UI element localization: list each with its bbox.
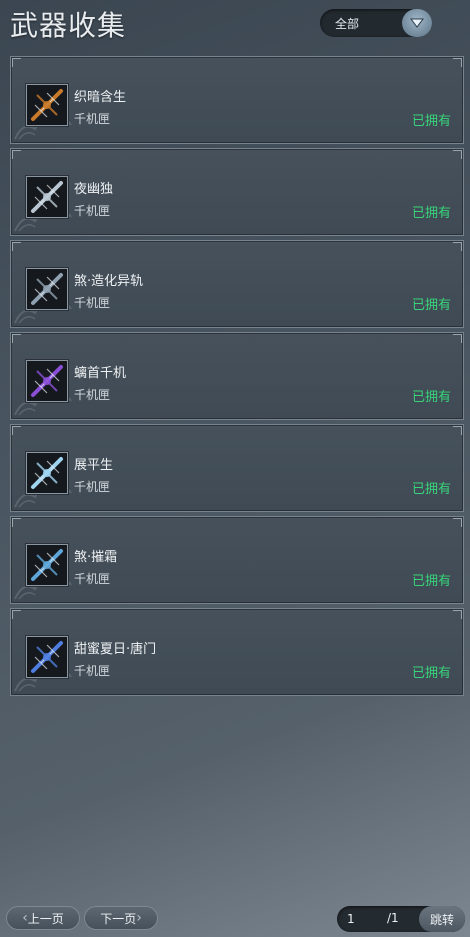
next-page-label: 下一页 [100, 911, 137, 926]
weapon-card[interactable]: 甜蜜夏日·唐门 千机匣 已拥有 [10, 608, 464, 696]
crossbow-dark-icon [26, 268, 68, 310]
weapon-card[interactable]: 煞·造化异轨 千机匣 已拥有 [10, 240, 464, 328]
owned-status: 已拥有 [411, 574, 451, 589]
owned-status: 已拥有 [411, 206, 451, 221]
weapon-name: 展平生 [74, 458, 114, 473]
owned-status: 已拥有 [411, 482, 451, 497]
crossbow-blue-icon [26, 636, 68, 678]
weapon-type: 千机匣 [74, 572, 111, 586]
weapon-type: 千机匣 [74, 664, 111, 678]
chevron-right-icon: › [136, 910, 142, 926]
filter-selected-label: 全部 [335, 17, 360, 31]
weapon-type: 千机匣 [74, 388, 111, 402]
weapon-type: 千机匣 [74, 204, 111, 218]
page-number-input[interactable] [343, 909, 383, 929]
weapon-type: 千机匣 [74, 480, 111, 494]
weapon-card[interactable]: 展平生 千机匣 已拥有 [10, 424, 464, 512]
jump-button[interactable]: 跳转 [419, 906, 465, 932]
crossbow-purple-icon [26, 360, 68, 402]
weapon-name: 煞·摧霜 [74, 550, 118, 565]
weapon-card[interactable]: 织暗含生 千机匣 已拥有 [10, 56, 464, 144]
crossbow-ice-icon [26, 452, 68, 494]
crossbow-silver-icon [26, 176, 68, 218]
page-title: 武器收集 [10, 9, 127, 42]
chevron-down-icon[interactable] [402, 9, 432, 37]
page-jump: /1 跳转 [337, 906, 465, 932]
weapon-list: 织暗含生 千机匣 已拥有 夜幽独 千机匣 已拥有 煞·造化异轨 千机匣 已拥有 … [10, 56, 464, 700]
weapon-name: 甜蜜夏日·唐门 [74, 642, 157, 657]
next-page-button[interactable]: 下一页 › [84, 906, 158, 930]
weapon-card[interactable]: 夜幽独 千机匣 已拥有 [10, 148, 464, 236]
category-filter-dropdown[interactable]: 全部 [320, 9, 432, 37]
owned-status: 已拥有 [411, 298, 451, 313]
weapon-name: 螭首千机 [74, 366, 127, 381]
owned-status: 已拥有 [411, 390, 451, 405]
weapon-card[interactable]: 螭首千机 千机匣 已拥有 [10, 332, 464, 420]
weapon-name: 夜幽独 [74, 182, 114, 197]
total-pages: /1 [387, 911, 399, 925]
weapon-name: 织暗含生 [74, 90, 127, 105]
weapon-card[interactable]: 煞·摧霜 千机匣 已拥有 [10, 516, 464, 604]
crossbow-frost-icon [26, 544, 68, 586]
owned-status: 已拥有 [411, 666, 451, 681]
prev-page-label: 上一页 [27, 911, 64, 926]
crossbow-dragon-icon [26, 84, 68, 126]
prev-page-button[interactable]: ‹ 上一页 [6, 906, 80, 930]
weapon-name: 煞·造化异轨 [74, 274, 144, 289]
weapon-type: 千机匣 [74, 112, 111, 126]
owned-status: 已拥有 [411, 114, 451, 129]
weapon-type: 千机匣 [74, 296, 111, 310]
